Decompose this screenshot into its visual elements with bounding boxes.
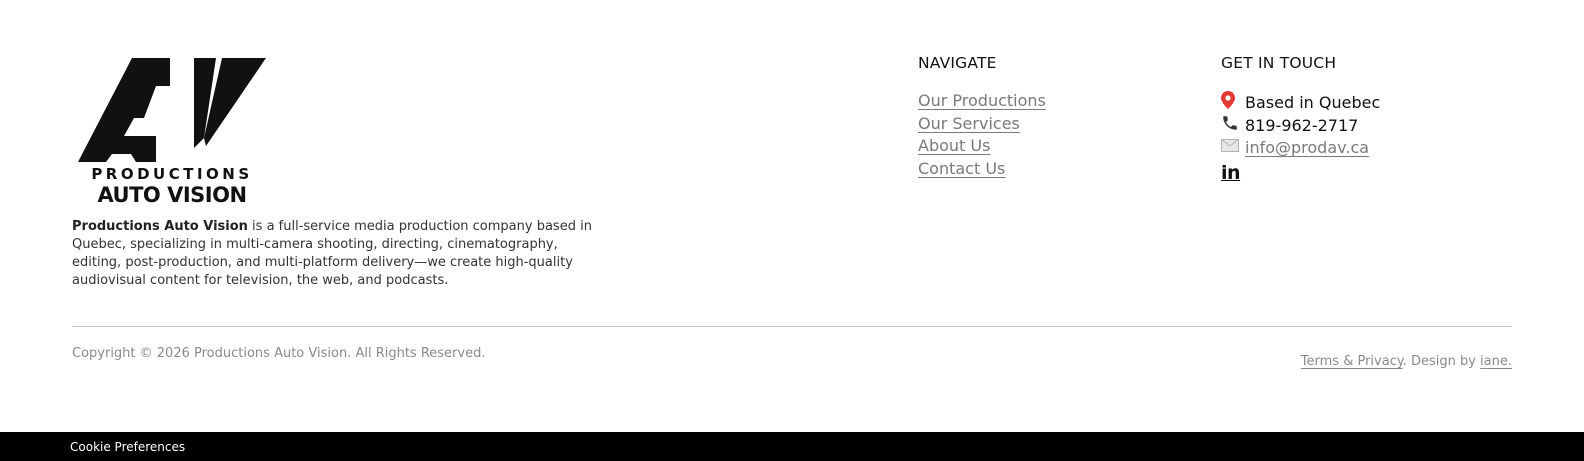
brand-logo[interactable]: PRODUCTIONS AUTO VISION	[74, 56, 270, 207]
nav-link-about-us[interactable]: About Us	[918, 136, 990, 155]
logo-text-productions: PRODUCTIONS	[91, 165, 253, 183]
navigate-links: Our Productions Our Services About Us Co…	[918, 91, 1046, 182]
company-name: Productions Auto Vision	[72, 219, 248, 234]
get-in-touch-heading: GET IN TOUCH	[1221, 54, 1337, 72]
av-logo-mark	[78, 58, 266, 162]
cookie-preferences-link[interactable]: Cookie Preferences	[70, 440, 185, 454]
location-pin-icon	[1221, 90, 1245, 114]
designer-link[interactable]: iane.	[1480, 354, 1512, 369]
design-by-text: . Design by	[1402, 354, 1481, 369]
cookie-bar: Cookie Preferences	[0, 432, 1584, 461]
nav-link-our-services[interactable]: Our Services	[918, 114, 1020, 133]
terms-privacy-link[interactable]: Terms & Privacy	[1301, 354, 1403, 369]
phone-icon	[1221, 114, 1245, 137]
phone-number[interactable]: 819-962-2717	[1245, 116, 1358, 135]
footer-divider	[72, 326, 1512, 327]
email-link[interactable]: info@prodav.ca	[1245, 138, 1369, 157]
envelope-icon	[1221, 138, 1245, 157]
contact-list: Based in Quebec 819-962-2717 info@prodav…	[1221, 90, 1381, 159]
legal-links: Terms & Privacy. Design by iane.	[1301, 354, 1512, 369]
company-description: Productions Auto Vision is a full-servic…	[72, 218, 592, 290]
logo-text-auto-vision: AUTO VISION	[97, 183, 247, 207]
linkedin-icon[interactable]: in	[1221, 162, 1241, 184]
copyright-text: Copyright © 2026 Productions Auto Vision…	[72, 346, 486, 361]
navigate-heading: NAVIGATE	[918, 54, 997, 72]
nav-link-our-productions[interactable]: Our Productions	[918, 91, 1046, 110]
nav-link-contact-us[interactable]: Contact Us	[918, 159, 1005, 178]
location-text: Based in Quebec	[1245, 92, 1381, 112]
